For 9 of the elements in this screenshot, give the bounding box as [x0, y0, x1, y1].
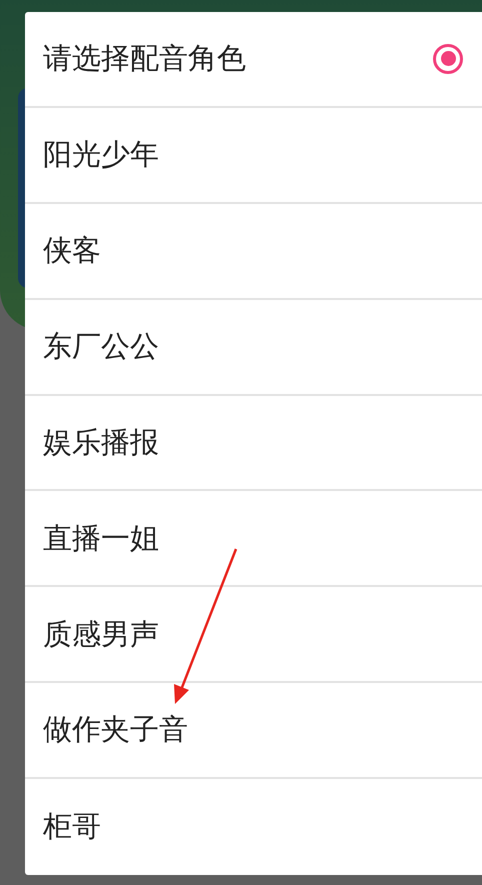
voice-option[interactable]: 娱乐播报: [25, 396, 482, 492]
voice-option[interactable]: 请选择配音角色: [25, 12, 482, 108]
voice-option[interactable]: 东厂公公: [25, 300, 482, 396]
voice-option[interactable]: 阳光少年: [25, 108, 482, 204]
voice-option[interactable]: 直播一姐: [25, 491, 482, 588]
voice-option[interactable]: 质感男声: [25, 587, 482, 684]
voice-option[interactable]: 侠客: [25, 204, 482, 300]
voice-option[interactable]: 柜哥: [25, 779, 482, 875]
radio-button[interactable]: [433, 44, 463, 74]
